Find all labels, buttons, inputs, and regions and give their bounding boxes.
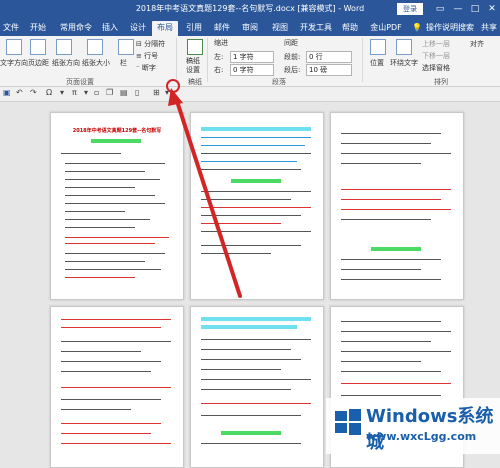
watermark: Windows系统城 www.wxcLgg.com [326, 398, 500, 454]
annotation-arrow [168, 88, 242, 298]
windows-logo-icon [335, 409, 361, 435]
watermark-brand: Windows系统城 [366, 406, 494, 453]
dialog-launcher-highlight-circle[interactable] [166, 79, 180, 93]
watermark-url: www.wxcLgg.com [366, 430, 477, 443]
